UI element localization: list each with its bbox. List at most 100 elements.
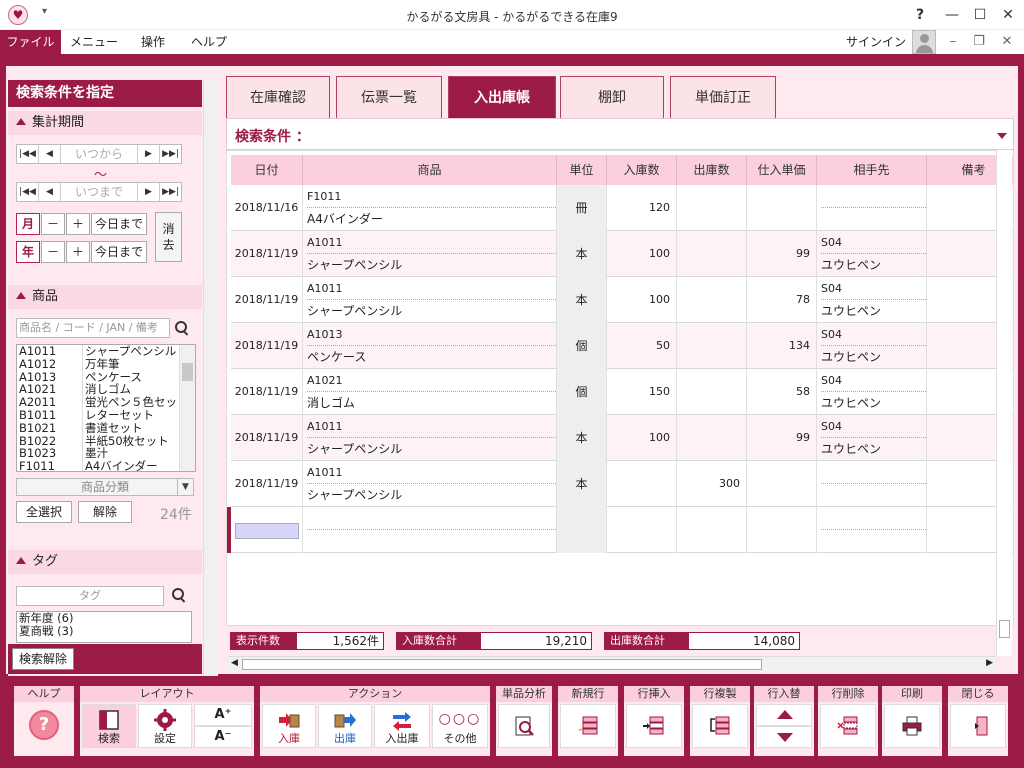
cell-in[interactable]: 150 bbox=[607, 369, 677, 415]
move-down-button[interactable] bbox=[756, 726, 812, 748]
scroll-thumb[interactable] bbox=[999, 620, 1010, 638]
tag-list[interactable]: 新年度 (6) 夏商戦 (3) bbox=[16, 611, 192, 643]
period-from-input[interactable]: いつから bbox=[61, 145, 137, 163]
minimize-button[interactable]: — bbox=[940, 4, 964, 26]
cell-product[interactable]: A1021 消しゴム bbox=[303, 369, 557, 415]
font-larger-button[interactable]: A⁺ bbox=[194, 704, 252, 726]
product-category-select[interactable]: 商品分類 ▼ bbox=[16, 478, 194, 496]
cell-product[interactable] bbox=[303, 507, 557, 553]
chevron-down-icon[interactable]: ▼ bbox=[177, 479, 193, 495]
next-icon[interactable]: ▶ bbox=[137, 145, 159, 163]
settings-button[interactable]: 設定 bbox=[138, 704, 192, 748]
col-partner[interactable]: 相手先 bbox=[817, 155, 927, 185]
tab-inout-ledger[interactable]: 入出庫帳 bbox=[448, 76, 556, 118]
cell-out[interactable]: 300 bbox=[677, 461, 747, 507]
prev-icon[interactable]: ◀ bbox=[39, 145, 61, 163]
cell-partner[interactable]: S04 ユウヒペン bbox=[817, 415, 927, 461]
list-item[interactable]: F1011 A4バインダー bbox=[17, 460, 195, 471]
first-icon[interactable]: |◀◀ bbox=[17, 183, 39, 201]
cell-in[interactable] bbox=[607, 507, 677, 553]
menu-operation[interactable]: 操作 bbox=[130, 30, 176, 54]
menu-help[interactable]: ヘルプ bbox=[184, 30, 234, 54]
col-date[interactable]: 日付 bbox=[231, 155, 303, 185]
insert-row-button[interactable] bbox=[626, 704, 682, 748]
cell-in[interactable] bbox=[607, 461, 677, 507]
select-all-button[interactable]: 全選択 bbox=[16, 501, 72, 523]
menu-file[interactable]: ファイル bbox=[0, 30, 61, 54]
tab-stock-check[interactable]: 在庫確認 bbox=[226, 76, 330, 118]
signin-link[interactable]: サインイン bbox=[846, 34, 906, 50]
last-icon[interactable]: ▶▶| bbox=[159, 183, 181, 201]
cell-partner[interactable] bbox=[817, 461, 927, 507]
scroll-thumb[interactable] bbox=[182, 363, 193, 381]
delete-row-button[interactable] bbox=[820, 704, 876, 748]
col-product[interactable]: 商品 bbox=[303, 155, 557, 185]
table-row[interactable]: 2018/11/16 F1011 A4バインダー 冊 120 bbox=[231, 185, 1013, 231]
scroll-thumb[interactable] bbox=[242, 659, 762, 670]
analysis-button[interactable] bbox=[498, 704, 550, 748]
cell-out[interactable] bbox=[677, 323, 747, 369]
cell-partner[interactable] bbox=[817, 507, 927, 553]
ribbon-minimize-button[interactable]: – bbox=[942, 30, 964, 54]
cell-unit[interactable]: 本 bbox=[557, 461, 607, 507]
cell-date[interactable]: 2018/11/16 bbox=[231, 185, 303, 231]
col-unit[interactable]: 単位 bbox=[557, 155, 607, 185]
chevron-down-icon[interactable] bbox=[997, 133, 1007, 139]
help-button[interactable]: ? bbox=[908, 4, 932, 26]
cell-partner[interactable]: S04 ユウヒペン bbox=[817, 369, 927, 415]
cell-out[interactable] bbox=[677, 277, 747, 323]
cell-date[interactable]: 2018/11/19 bbox=[231, 231, 303, 277]
cell-in[interactable]: 100 bbox=[607, 277, 677, 323]
tab-inventory[interactable]: 棚卸 bbox=[560, 76, 664, 118]
cell-in[interactable]: 50 bbox=[607, 323, 677, 369]
table-row[interactable]: 2018/11/19 A1021 消しゴム 個 150 58 S04 ユウヒペン bbox=[231, 369, 1013, 415]
col-in[interactable]: 入庫数 bbox=[607, 155, 677, 185]
table-row[interactable]: 2018/11/19 A1013 ペンケース 個 50 134 S04 ユウヒペン bbox=[231, 323, 1013, 369]
period-to-input[interactable]: いつまで bbox=[61, 183, 137, 201]
cell-in[interactable]: 100 bbox=[607, 231, 677, 277]
cell-partner[interactable] bbox=[817, 185, 927, 231]
cell-out[interactable] bbox=[677, 415, 747, 461]
table-row[interactable]: 2018/11/19 A1011 シャープペンシル 本 100 99 S04 ユウヒペン bbox=[231, 415, 1013, 461]
list-item[interactable]: B1011 レターセット bbox=[17, 409, 195, 422]
table-row[interactable]: 2018/11/19 A1011 シャープペンシル 本 300 bbox=[231, 461, 1013, 507]
cell-unit[interactable]: 本 bbox=[557, 277, 607, 323]
cell-out[interactable] bbox=[677, 369, 747, 415]
table-row[interactable]: 2018/11/19 A1011 シャープペンシル 本 100 78 S04 ユウヒペン bbox=[231, 277, 1013, 323]
help-toolbar-button[interactable]: ? bbox=[14, 704, 74, 748]
last-icon[interactable]: ▶▶| bbox=[159, 145, 181, 163]
month-minus-button[interactable]: － bbox=[41, 213, 65, 235]
scroll-right-icon[interactable]: ▶ bbox=[986, 658, 993, 668]
cell-product[interactable]: A1011 シャープペンシル bbox=[303, 415, 557, 461]
search-clear-button[interactable]: 検索解除 bbox=[12, 648, 74, 670]
user-avatar-icon[interactable] bbox=[912, 30, 936, 54]
list-item[interactable]: A1012 万年筆 bbox=[17, 357, 195, 371]
cell-date[interactable]: 2018/11/19 bbox=[231, 415, 303, 461]
cell-date[interactable]: 2018/11/19 bbox=[231, 323, 303, 369]
cell-date[interactable]: 2018/11/19 bbox=[231, 461, 303, 507]
cell-product[interactable]: A1011 シャープペンシル bbox=[303, 277, 557, 323]
product-section-header[interactable]: 商品 bbox=[8, 285, 202, 309]
cell-product[interactable]: F1011 A4バインダー bbox=[303, 185, 557, 231]
cell-unit[interactable]: 冊 bbox=[557, 185, 607, 231]
col-out[interactable]: 出庫数 bbox=[677, 155, 747, 185]
maximize-button[interactable]: ☐ bbox=[968, 4, 992, 26]
layout-search-button[interactable]: 検索 bbox=[82, 704, 136, 748]
table-hscrollbar[interactable]: ◀ ▶ bbox=[228, 656, 996, 672]
list-item[interactable]: A1011 シャープペンシル bbox=[17, 345, 195, 358]
cell-out[interactable] bbox=[677, 185, 747, 231]
font-smaller-button[interactable]: A⁻ bbox=[194, 726, 252, 748]
ribbon-close-button[interactable]: ✕ bbox=[996, 30, 1018, 54]
cell-price[interactable]: 58 bbox=[747, 369, 817, 415]
cell-unit[interactable]: 個 bbox=[557, 323, 607, 369]
col-price[interactable]: 仕入単価 bbox=[747, 155, 817, 185]
new-row[interactable] bbox=[227, 507, 1013, 553]
cell-price[interactable]: 134 bbox=[747, 323, 817, 369]
copy-row-button[interactable] bbox=[692, 704, 748, 748]
month-plus-button[interactable]: ＋ bbox=[66, 213, 90, 235]
cell-price[interactable] bbox=[747, 461, 817, 507]
cell-in[interactable]: 100 bbox=[607, 415, 677, 461]
deselect-button[interactable]: 解除 bbox=[78, 501, 132, 523]
stock-out-button[interactable]: 出庫 bbox=[318, 704, 372, 748]
tab-slip-list[interactable]: 伝票一覧 bbox=[336, 76, 442, 118]
